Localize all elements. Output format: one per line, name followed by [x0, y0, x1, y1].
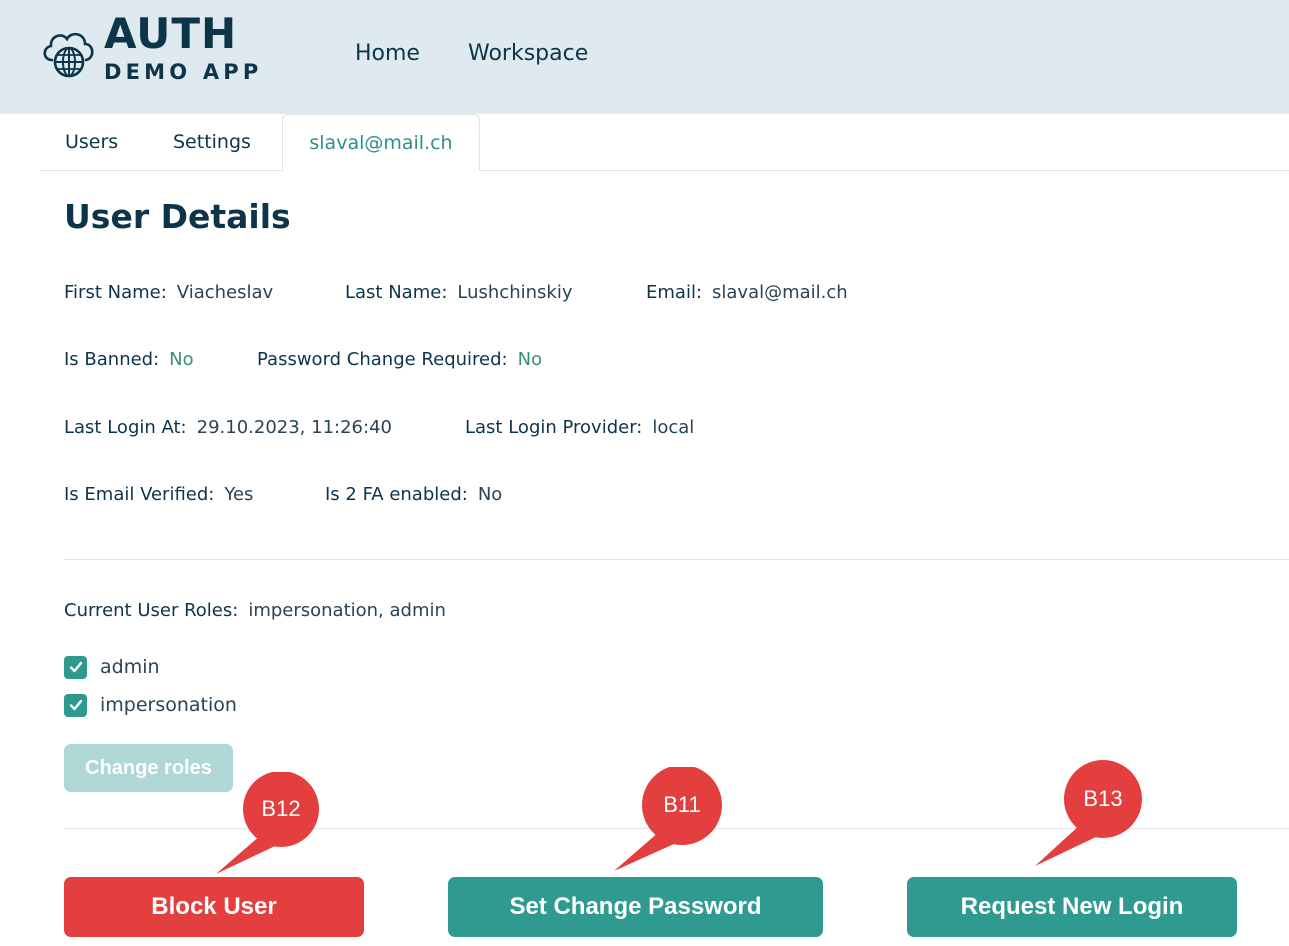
last-name-value: Lushchinskiy	[457, 282, 573, 303]
current-roles-value: impersonation, admin	[248, 600, 446, 621]
password-change-required-label: Password Change Required:	[257, 349, 508, 370]
email-field: Email: slaval@mail.ch	[646, 281, 848, 305]
tab-bar: Users Settings slaval@mail.ch	[40, 114, 1289, 171]
role-admin-label: admin	[100, 656, 160, 678]
last-name-field: Last Name: Lushchinskiy	[345, 281, 572, 305]
request-new-login-button[interactable]: Request New Login	[907, 877, 1237, 937]
is-banned-field: Is Banned: No	[64, 348, 194, 372]
first-name-label: First Name:	[64, 282, 167, 303]
role-admin-checkbox[interactable]	[64, 655, 87, 679]
email-verified-field: Is Email Verified: Yes	[64, 483, 253, 507]
two-fa-label: Is 2 FA enabled:	[325, 484, 468, 505]
app-logo[interactable]: AUTH DEMO APP	[40, 12, 280, 88]
last-login-at-value: 29.10.2023, 11:26:40	[196, 417, 392, 438]
current-roles-label: Current User Roles:	[64, 600, 239, 621]
checkmark-icon	[69, 699, 82, 711]
app-header: AUTH DEMO APP Home Workspace	[0, 0, 1289, 114]
actions-divider	[64, 828, 1289, 829]
tab-settings[interactable]: Settings	[173, 114, 259, 170]
section-divider	[64, 559, 1289, 560]
email-verified-label: Is Email Verified:	[64, 484, 215, 505]
two-fa-field: Is 2 FA enabled: No	[325, 483, 502, 507]
speech-bubble-icon	[614, 765, 722, 871]
last-login-provider-value: local	[652, 417, 695, 438]
annotation-b13-label: B13	[1083, 786, 1123, 811]
annotation-b12-label: B12	[261, 796, 301, 821]
page-title: User Details	[64, 197, 291, 236]
last-login-provider-label: Last Login Provider:	[465, 417, 643, 438]
logo-subtitle: DEMO APP	[104, 60, 263, 84]
tab-user-email[interactable]: slaval@mail.ch	[282, 114, 480, 171]
annotation-b13: B13	[1033, 760, 1145, 870]
logo-title: AUTH	[104, 9, 238, 58]
current-roles: Current User Roles: impersonation, admin	[64, 599, 446, 623]
role-impersonation-label: impersonation	[100, 694, 237, 716]
role-option-admin[interactable]: admin	[64, 655, 160, 679]
annotation-b11-label: B11	[663, 792, 701, 817]
annotation-b11: B11	[612, 765, 727, 875]
two-fa-value: No	[477, 484, 503, 505]
checkmark-icon	[69, 661, 82, 673]
last-login-at-label: Last Login At:	[64, 417, 187, 438]
email-label: Email:	[646, 282, 703, 303]
role-impersonation-checkbox[interactable]	[64, 693, 87, 717]
tab-users[interactable]: Users	[65, 114, 125, 170]
last-login-provider-field: Last Login Provider: local	[465, 416, 694, 440]
last-name-label: Last Name:	[345, 282, 448, 303]
is-banned-label: Is Banned:	[64, 349, 160, 370]
last-login-at-field: Last Login At: 29.10.2023, 11:26:40	[64, 416, 392, 440]
block-user-button[interactable]: Block User	[64, 877, 364, 937]
nav-workspace[interactable]: Workspace	[468, 40, 588, 68]
first-name-value: Viacheslav	[176, 282, 274, 303]
first-name-field: First Name: Viacheslav	[64, 281, 273, 305]
set-change-password-button[interactable]: Set Change Password	[448, 877, 823, 937]
speech-bubble-icon	[1035, 760, 1142, 866]
email-verified-value: Yes	[224, 484, 254, 505]
email-value: slaval@mail.ch	[712, 282, 848, 303]
password-change-required-value: No	[517, 349, 543, 370]
password-change-required-field: Password Change Required: No	[257, 348, 542, 372]
change-roles-button[interactable]: Change roles	[64, 744, 233, 792]
role-option-impersonation[interactable]: impersonation	[64, 693, 237, 717]
is-banned-value: No	[169, 349, 194, 370]
nav-home[interactable]: Home	[355, 40, 420, 68]
globe-cloud-icon	[43, 32, 94, 78]
